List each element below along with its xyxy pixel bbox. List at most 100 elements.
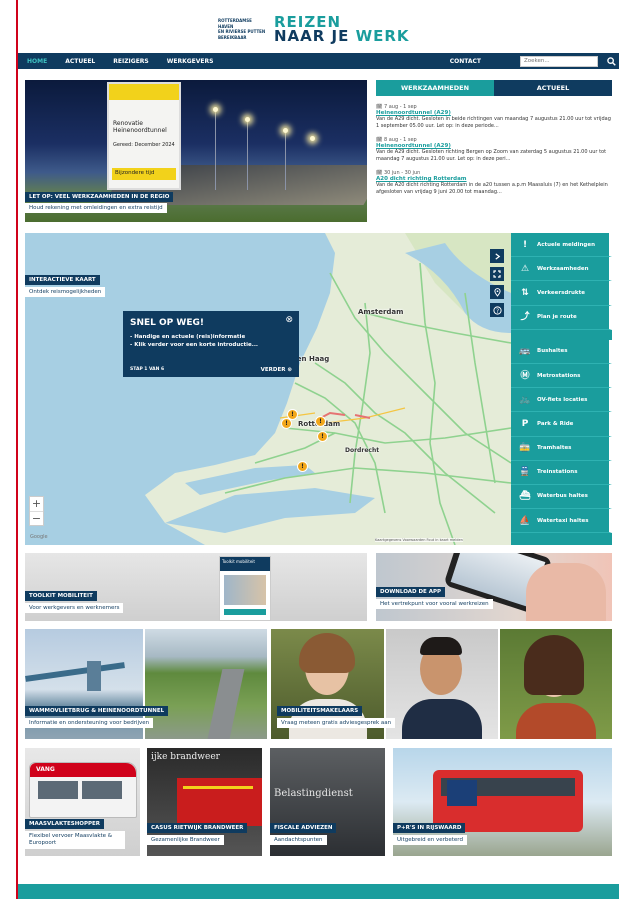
hero-lamp	[310, 136, 315, 141]
news-item[interactable]: 🗓 30 jun - 30 jun A20 dicht richting Rot…	[376, 170, 612, 195]
maasvlakteshopper-tile[interactable]: VANG MAASVLAKTESHOPPER Flexibel vervoer …	[25, 748, 140, 856]
zoom-out-button[interactable]: −	[30, 511, 43, 525]
maasvlakteshopper-title[interactable]: MAASVLAKTESHOPPER	[25, 819, 105, 829]
map-layer-label: Park & Ride	[537, 420, 574, 427]
bridge-building	[87, 661, 101, 691]
toolkit-banner[interactable]: Toolkit mobiliteit TOOLKIT MOBILITEIT Vo…	[25, 553, 367, 621]
park-ride-tile[interactable]: P+R'S IN RIJSWAARD Uitgebreid en verbete…	[393, 748, 612, 856]
fiscal-advice-tile[interactable]: Belastingdienst FISCALE ADVIEZEN Aandach…	[270, 748, 385, 856]
close-icon[interactable]: ⊗	[285, 315, 293, 325]
logo-word-naar-je: NAAR JE	[274, 27, 356, 45]
map-label-title[interactable]: INTERACTIEVE KAART	[25, 275, 100, 285]
nav-reizigers[interactable]: REIZIGERS	[104, 58, 158, 65]
map-layer-label: Treinstations	[537, 469, 578, 476]
search-input[interactable]	[520, 55, 598, 67]
hero-roadwork-sign: Renovatie Heinenoordtunnel Gereed: Decem…	[107, 82, 181, 190]
person-photo-2	[386, 629, 498, 739]
bus-icon: 🚌	[519, 346, 531, 357]
map-info-button[interactable]: ?	[490, 303, 504, 317]
alert-icon: !	[522, 239, 528, 250]
map-location-button[interactable]	[490, 285, 504, 299]
zoom-in-button[interactable]: +	[30, 497, 43, 511]
bike-icon: 🚲	[519, 394, 531, 405]
map-layer-waterbus[interactable]: ⛴ Waterbus haltes	[511, 484, 612, 510]
map-layer-bus[interactable]: 🚌 Bushaltes	[511, 339, 612, 364]
map-expand-button[interactable]	[490, 249, 504, 263]
hero-banner[interactable]: Renovatie Heinenoordtunnel Gereed: Decem…	[25, 80, 367, 222]
app-subtitle: Het vertrekpunt voor vooral werkreizen	[376, 599, 493, 609]
bridge-tunnel-subtitle: Informatie en ondersteuning voor bedrijv…	[25, 718, 154, 728]
intro-popup: ⊗ SNEL OP WEG! - Handige en actuele (rei…	[123, 311, 299, 377]
logo-tagline: Rotterdamse Haven en Rivierse Putten Ber…	[218, 18, 268, 40]
app-banner[interactable]: DOWNLOAD DE APP Het vertrekpunt voor voo…	[376, 553, 612, 621]
map-layer-metro[interactable]: Ⓜ Metrostations	[511, 363, 612, 389]
map-label-subtitle: Ontdek reismogelijkheden	[25, 287, 106, 297]
footer-bar	[18, 884, 619, 899]
sign-top-bar	[109, 84, 179, 100]
map-layer-route[interactable]: ⤴ Plan je route	[511, 305, 612, 330]
belastingdienst-sign: Belastingdienst	[274, 788, 353, 799]
roadwork-icon: ⚠	[520, 263, 530, 274]
tunnel-photo	[145, 629, 267, 739]
roadwork-marker[interactable]: !	[315, 416, 326, 427]
nav-werkgevers[interactable]: WERKGEVERS	[158, 58, 223, 65]
news-item[interactable]: 🗓 8 aug - 1 sep Heinenoordtunnel (A29) V…	[376, 137, 612, 162]
map-layer-label: Watertaxi haltes	[537, 517, 589, 524]
sign-text-line: Heinenoordtunnel	[113, 127, 167, 134]
fiscal-advice-title[interactable]: FISCALE ADVIEZEN	[270, 823, 337, 833]
brandweer-title[interactable]: CASUS RIETWIJK BRANDWEER	[147, 823, 248, 833]
map-layer-train[interactable]: 🚆 Treinstations	[511, 460, 612, 485]
news-panel: WERKZAAMHEDEN ACTUEEL 🗓 7 aug - 1 sep He…	[376, 80, 612, 222]
bridge-tunnel-tile[interactable]: WAMMOVLIETBRUG & HEINENOORDTUNNEL Inform…	[25, 629, 267, 739]
news-body: Van de A20 dicht richting Rotterdam in d…	[376, 182, 608, 195]
news-body: Van de A29 dicht. Gesloten richting Berg…	[376, 149, 607, 162]
van-tag: VANG	[36, 766, 55, 773]
roadwork-marker[interactable]: !	[317, 431, 328, 442]
bridge-tunnel-title[interactable]: WAMMOVLIETBRUG & HEINENOORDTUNNEL	[25, 706, 169, 716]
nav-contact[interactable]: CONTACT	[441, 58, 490, 65]
logo-tagline-line: en Rivierse Putten	[218, 29, 266, 34]
fiscal-advice-subtitle: Aandachtspunten	[270, 835, 327, 845]
map-attribution[interactable]: Kaartgegevens Voorwaarden Fout in kaart …	[375, 538, 463, 542]
map-fullscreen-button[interactable]	[490, 267, 504, 281]
map-layer-tram[interactable]: 🚋 Tramhaltes	[511, 436, 612, 461]
map-layer-roadwork[interactable]: ⚠ Werkzaamheden	[511, 257, 612, 282]
nav-actueel[interactable]: ACTUEEL	[56, 58, 104, 65]
location-pin-icon	[493, 287, 501, 297]
app-title[interactable]: DOWNLOAD DE APP	[376, 587, 446, 597]
roadwork-marker[interactable]: !	[297, 461, 308, 472]
logo-word-werk: WERK	[355, 27, 410, 45]
tab-actueel[interactable]: ACTUEEL	[494, 80, 612, 96]
park-ride-title[interactable]: P+R'S IN RIJSWAARD	[393, 823, 466, 833]
hero-title[interactable]: LET OP: VEEL WERKZAAMHEDEN IN DE REGIO	[25, 192, 174, 202]
roadwork-marker[interactable]: !	[287, 409, 298, 420]
mobility-brokers-title[interactable]: MOBILITEITSMAKELAARS	[277, 706, 363, 716]
interactive-map[interactable]: Amsterdam Den Haag Rotterdam Dordrecht !…	[25, 233, 612, 545]
search-button[interactable]	[603, 53, 619, 69]
person-hair	[524, 635, 584, 695]
main-nav: HOME ACTUEEL REIZIGERS WERKGEVERS CONTAC…	[18, 53, 619, 69]
mobility-brokers-tile[interactable]: MOBILITEITSMAKELAARS Vraag meteen gratis…	[271, 629, 612, 739]
map-layer-parkride[interactable]: P Park & Ride	[511, 412, 612, 437]
logo-tagline-line: Bereikbaar	[218, 34, 247, 40]
map-layer-label: Actuele meldingen	[537, 241, 595, 248]
map-layer-watertaxi[interactable]: ⛵ Watertaxi haltes	[511, 509, 612, 534]
page: Rotterdamse Haven en Rivierse Putten Ber…	[18, 0, 619, 899]
fullscreen-icon	[493, 270, 501, 278]
news-item[interactable]: 🗓 7 aug - 1 sep Heinenoordtunnel (A29) V…	[376, 104, 612, 129]
map-layer-label: Metrostations	[537, 372, 581, 379]
map-layer-traffic[interactable]: ⇅ Verkeersdrukte	[511, 281, 612, 306]
nav-home[interactable]: HOME	[18, 58, 56, 65]
fire-truck-image	[177, 778, 262, 826]
park-ride-subtitle: Uitgebreid en verbeterd	[393, 835, 467, 845]
map-layer-bike[interactable]: 🚲 OV-fiets locaties	[511, 388, 612, 413]
tram-icon: 🚋	[519, 443, 531, 454]
popup-next-button[interactable]: VERDER ⊛	[261, 367, 292, 373]
popup-line: - Klik verder voor een korte introductie…	[130, 342, 259, 348]
toolkit-title[interactable]: TOOLKIT MOBILITEIT	[25, 591, 97, 601]
brandweer-tile[interactable]: ijke brandweer CASUS RIETWIJK BRANDWEER …	[147, 748, 262, 856]
map-layer-alert[interactable]: ! Actuele meldingen	[511, 233, 612, 258]
site-logo[interactable]: Rotterdamse Haven en Rivierse Putten Ber…	[218, 14, 410, 44]
map-zoom-control: + −	[29, 496, 44, 526]
tab-werkzaamheden[interactable]: WERKZAAMHEDEN	[376, 80, 494, 96]
